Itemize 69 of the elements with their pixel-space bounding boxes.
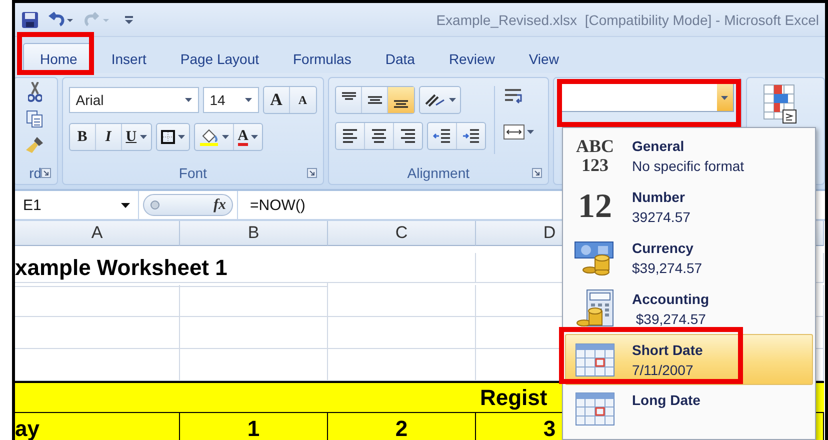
calculator-coins-icon — [575, 288, 615, 328]
ribbon-tab[interactable]: Data — [368, 43, 432, 73]
cut-icon[interactable] — [28, 82, 42, 102]
calendar-icon — [575, 392, 615, 426]
underline-button[interactable]: U — [122, 124, 151, 150]
ribbon-tab[interactable]: Page Layout — [163, 43, 276, 73]
merge-center-icon[interactable] — [503, 122, 526, 142]
window-title: Example_Revised.xlsx [Compatibility Mode] - Microsoft Excel — [436, 12, 819, 28]
align-icon — [368, 96, 382, 104]
calendar-icon — [575, 342, 615, 376]
menu-item[interactable]: Short Date 7/11/2007 — [565, 334, 813, 385]
indent-icon — [461, 126, 482, 146]
align-button[interactable] — [388, 87, 414, 113]
dialog-launcher-icon[interactable] — [40, 168, 51, 178]
caret-icon — [184, 98, 192, 102]
ribbon-tab[interactable]: Insert — [94, 43, 164, 73]
pill-handle-icon — [150, 200, 160, 210]
indent-icon — [432, 126, 452, 146]
caret-icon — [140, 135, 147, 139]
font-color-button[interactable]: A — [234, 124, 262, 150]
format-icon: 12 — [578, 190, 612, 224]
font-name-dropdown[interactable]: Arial — [68, 87, 199, 113]
conditional-formatting-icon[interactable] — [762, 84, 796, 124]
shrink-font-button[interactable]: A — [290, 87, 316, 113]
border-icon — [160, 130, 175, 144]
formula-field[interactable]: =NOW() — [237, 191, 306, 219]
ribbon-tab[interactable]: Review — [432, 43, 512, 73]
rotated-text-icon — [424, 92, 446, 108]
bold-button[interactable]: B — [70, 124, 96, 150]
caret-icon — [121, 202, 130, 208]
caret-icon — [178, 135, 185, 139]
menu-item[interactable]: ABC 123 General No specific format — [565, 130, 813, 181]
dropdown-caret-icon — [721, 96, 728, 100]
undo-icon[interactable] — [47, 10, 75, 28]
caret-icon — [449, 98, 456, 102]
table-cell: 2 — [328, 413, 476, 440]
dialog-launcher-icon[interactable] — [307, 168, 318, 178]
name-box[interactable]: E1 — [15, 191, 139, 219]
group-label: Font — [178, 165, 207, 181]
number-format-dropdown[interactable] — [560, 83, 734, 112]
group-label: Alignment — [407, 165, 470, 181]
banknote-coins-icon — [574, 240, 616, 276]
ribbon-tab[interactable]: View — [512, 43, 576, 73]
table-cell: ay — [15, 413, 180, 440]
italic-button[interactable]: I — [96, 124, 122, 150]
caret-icon — [222, 135, 229, 139]
caret-icon — [244, 98, 252, 102]
caret-icon — [251, 135, 258, 139]
menu-item[interactable]: Accounting $39,274.57 — [565, 283, 813, 334]
copy-icon[interactable] — [26, 110, 44, 128]
font-size-dropdown[interactable]: 14 — [202, 87, 259, 113]
group-label: rd — [29, 165, 42, 181]
paintbrush-icon[interactable] — [25, 136, 46, 154]
format-icon: ABC 123 — [576, 136, 614, 174]
caret-icon — [527, 130, 534, 134]
table-cell: xample Worksheet 1 — [15, 253, 476, 283]
column-header[interactable]: C — [328, 221, 476, 246]
align-icon — [394, 100, 408, 108]
grow-font-button[interactable]: A — [264, 87, 290, 113]
align-icon — [342, 92, 356, 100]
dialog-launcher-icon[interactable] — [532, 168, 542, 178]
save-icon — [21, 10, 39, 28]
table-cell: 1 — [180, 413, 328, 440]
ribbon-tab[interactable]: Formulas — [276, 43, 368, 73]
insert-function-button[interactable]: fx — [143, 194, 233, 216]
column-header[interactable]: A — [15, 221, 180, 246]
column-header[interactable]: B — [180, 221, 328, 246]
paint-bucket-icon — [198, 128, 219, 146]
customize-icon[interactable] — [125, 14, 133, 24]
